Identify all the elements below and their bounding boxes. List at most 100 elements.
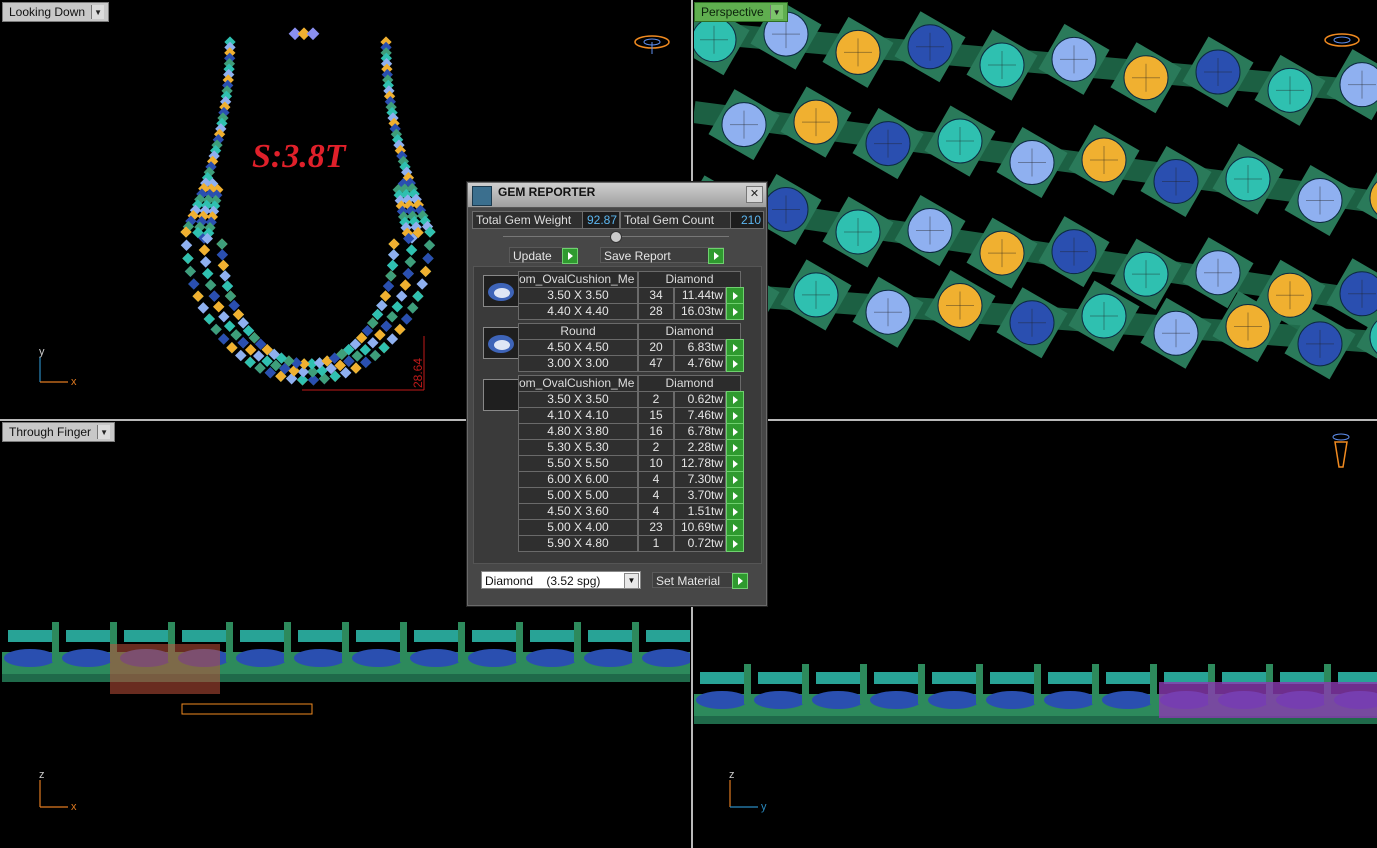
select-gems-button[interactable] xyxy=(726,303,744,320)
gem-count: 2 xyxy=(638,391,674,408)
gem-size: 3.50 X 3.50 xyxy=(518,391,638,408)
gem-weight: 7.46tw xyxy=(674,407,726,424)
gem-weight: 11.44tw xyxy=(674,287,726,304)
gem-weight: 7.30tw xyxy=(674,471,726,488)
chevron-down-icon[interactable]: ▼ xyxy=(91,5,105,19)
update-go-icon[interactable] xyxy=(562,248,578,264)
gem-row[interactable]: 3.50 X 3.50 34 11.44tw xyxy=(518,287,744,304)
update-button-label: Update xyxy=(513,249,552,263)
close-button[interactable]: ✕ xyxy=(746,186,763,203)
size-annotation: S:3.8T xyxy=(252,138,347,175)
viewport-label-looking-down[interactable]: Looking Down ▼ xyxy=(2,2,110,22)
gem-count: 28 xyxy=(638,303,674,320)
gem-list-panel[interactable]: om_OvalCushion_Me Diamond 3.50 X 3.50 34 11.… xyxy=(473,266,762,564)
gem-size: 5.30 X 5.30 xyxy=(518,439,638,456)
gem-group-header: om_OvalCushion_Me Diamond xyxy=(518,375,741,392)
select-gems-button[interactable] xyxy=(726,355,744,372)
gem-row[interactable]: 4.80 X 3.80 16 6.78tw xyxy=(518,423,744,440)
select-gems-button[interactable] xyxy=(726,519,744,536)
select-gems-button[interactable] xyxy=(726,287,744,304)
gem-count: 16 xyxy=(638,423,674,440)
gem-group-header: om_OvalCushion_Me Diamond xyxy=(518,271,741,288)
gem-size: 4.50 X 4.50 xyxy=(518,339,638,356)
select-gems-button[interactable] xyxy=(726,339,744,356)
view-cube-icon[interactable] xyxy=(634,35,670,54)
svg-text:y: y xyxy=(39,346,45,358)
select-gems-button[interactable] xyxy=(726,391,744,408)
viewport-label-through-finger[interactable]: Through Finger ▼ xyxy=(2,422,116,442)
select-gems-button[interactable] xyxy=(726,471,744,488)
gem-count: 2 xyxy=(638,439,674,456)
gem-weight: 0.72tw xyxy=(674,535,726,552)
axis-gizmo: y x xyxy=(39,346,77,388)
viewport-label-text: Looking Down xyxy=(9,5,86,19)
gem-count: 20 xyxy=(638,339,674,356)
gem-group: om_OvalCushion_Me Diamond 3.50 X 3.50 34 11.… xyxy=(479,271,754,320)
viewport-label-text: Through Finger xyxy=(9,425,92,439)
ring-orientation-icon xyxy=(1332,433,1350,468)
select-gems-button[interactable] xyxy=(726,487,744,504)
gem-shape-name: om_OvalCushion_Me xyxy=(518,375,638,392)
gem-row[interactable]: 5.30 X 5.30 2 2.28tw xyxy=(518,439,744,456)
total-weight-value: 92.87 xyxy=(582,211,620,229)
gem-row[interactable]: 5.50 X 5.50 10 12.78tw xyxy=(518,455,744,472)
viewport-label-perspective[interactable]: Perspective ▼ xyxy=(694,2,788,22)
gem-group-header: Round Diamond xyxy=(518,323,741,340)
gem-row[interactable]: 5.00 X 5.00 4 3.70tw xyxy=(518,487,744,504)
save-report-button-label: Save Report xyxy=(604,249,671,263)
select-gems-button[interactable] xyxy=(726,407,744,424)
material-select[interactable]: Diamond (3.52 spg) ▼ xyxy=(481,571,641,589)
gem-row[interactable]: 4.50 X 4.50 20 6.83tw xyxy=(518,339,744,356)
gem-weight: 0.62tw xyxy=(674,391,726,408)
svg-text:x: x xyxy=(71,376,77,388)
gem-weight: 4.76tw xyxy=(674,355,726,372)
chevron-down-icon[interactable]: ▼ xyxy=(624,573,639,589)
gem-weight: 6.83tw xyxy=(674,339,726,356)
gem-material-name: Diamond xyxy=(638,271,741,288)
viewport-label-text: Perspective xyxy=(701,5,764,19)
select-gems-button[interactable] xyxy=(726,535,744,552)
save-report-button[interactable]: Save Report xyxy=(600,247,724,263)
gem-row[interactable]: 3.50 X 3.50 2 0.62tw xyxy=(518,391,744,408)
collapse-handle[interactable] xyxy=(610,231,622,243)
total-count-label: Total Gem Count xyxy=(620,211,732,229)
total-weight-label: Total Gem Weight xyxy=(472,211,584,229)
gem-weight: 1.51tw xyxy=(674,503,726,520)
save-report-go-icon[interactable] xyxy=(708,248,724,264)
gem-material-name: Diamond xyxy=(638,375,741,392)
gem-row[interactable]: 6.00 X 6.00 4 7.30tw xyxy=(518,471,744,488)
gem-material-name: Diamond xyxy=(638,323,741,340)
gem-row[interactable]: 4.40 X 4.40 28 16.03tw xyxy=(518,303,744,320)
viewport-perspective[interactable]: Perspective ▼ xyxy=(694,2,1377,418)
dialog-titlebar[interactable]: GEM REPORTER ✕ xyxy=(468,183,766,208)
gem-row[interactable]: 3.00 X 3.00 47 4.76tw xyxy=(518,355,744,372)
dialog-title: GEM REPORTER xyxy=(498,185,596,199)
svg-text:y: y xyxy=(761,801,767,813)
viewport-side[interactable]: z y xyxy=(694,422,1377,846)
gem-weight: 10.69tw xyxy=(674,519,726,536)
gem-count: 1 xyxy=(638,535,674,552)
axis-gizmo: z y xyxy=(729,769,767,813)
select-gems-button[interactable] xyxy=(726,439,744,456)
set-material-go-icon[interactable] xyxy=(732,573,748,589)
chevron-down-icon[interactable]: ▼ xyxy=(97,425,111,439)
gem-weight: 3.70tw xyxy=(674,487,726,504)
gem-reporter-dialog[interactable]: GEM REPORTER ✕ Total Gem Weight 92.87 To… xyxy=(466,181,768,607)
view-cube-icon[interactable] xyxy=(1324,33,1360,47)
select-gems-button[interactable] xyxy=(726,423,744,440)
axis-gizmo: z x xyxy=(39,769,77,813)
gem-shape-name: Round xyxy=(518,323,638,340)
gem-weight: 2.28tw xyxy=(674,439,726,456)
gem-row[interactable]: 5.90 X 4.80 1 0.72tw xyxy=(518,535,744,552)
svg-text:z: z xyxy=(729,769,735,781)
gem-row[interactable]: 4.10 X 4.10 15 7.46tw xyxy=(518,407,744,424)
gem-row[interactable]: 5.00 X 4.00 23 10.69tw xyxy=(518,519,744,536)
select-gems-button[interactable] xyxy=(726,455,744,472)
gem-count: 15 xyxy=(638,407,674,424)
gem-row[interactable]: 4.50 X 3.60 4 1.51tw xyxy=(518,503,744,520)
necklace-perspective-view xyxy=(694,2,1377,380)
gem-size: 4.10 X 4.10 xyxy=(518,407,638,424)
chevron-down-icon[interactable]: ▼ xyxy=(769,5,783,19)
gem-weight: 12.78tw xyxy=(674,455,726,472)
select-gems-button[interactable] xyxy=(726,503,744,520)
